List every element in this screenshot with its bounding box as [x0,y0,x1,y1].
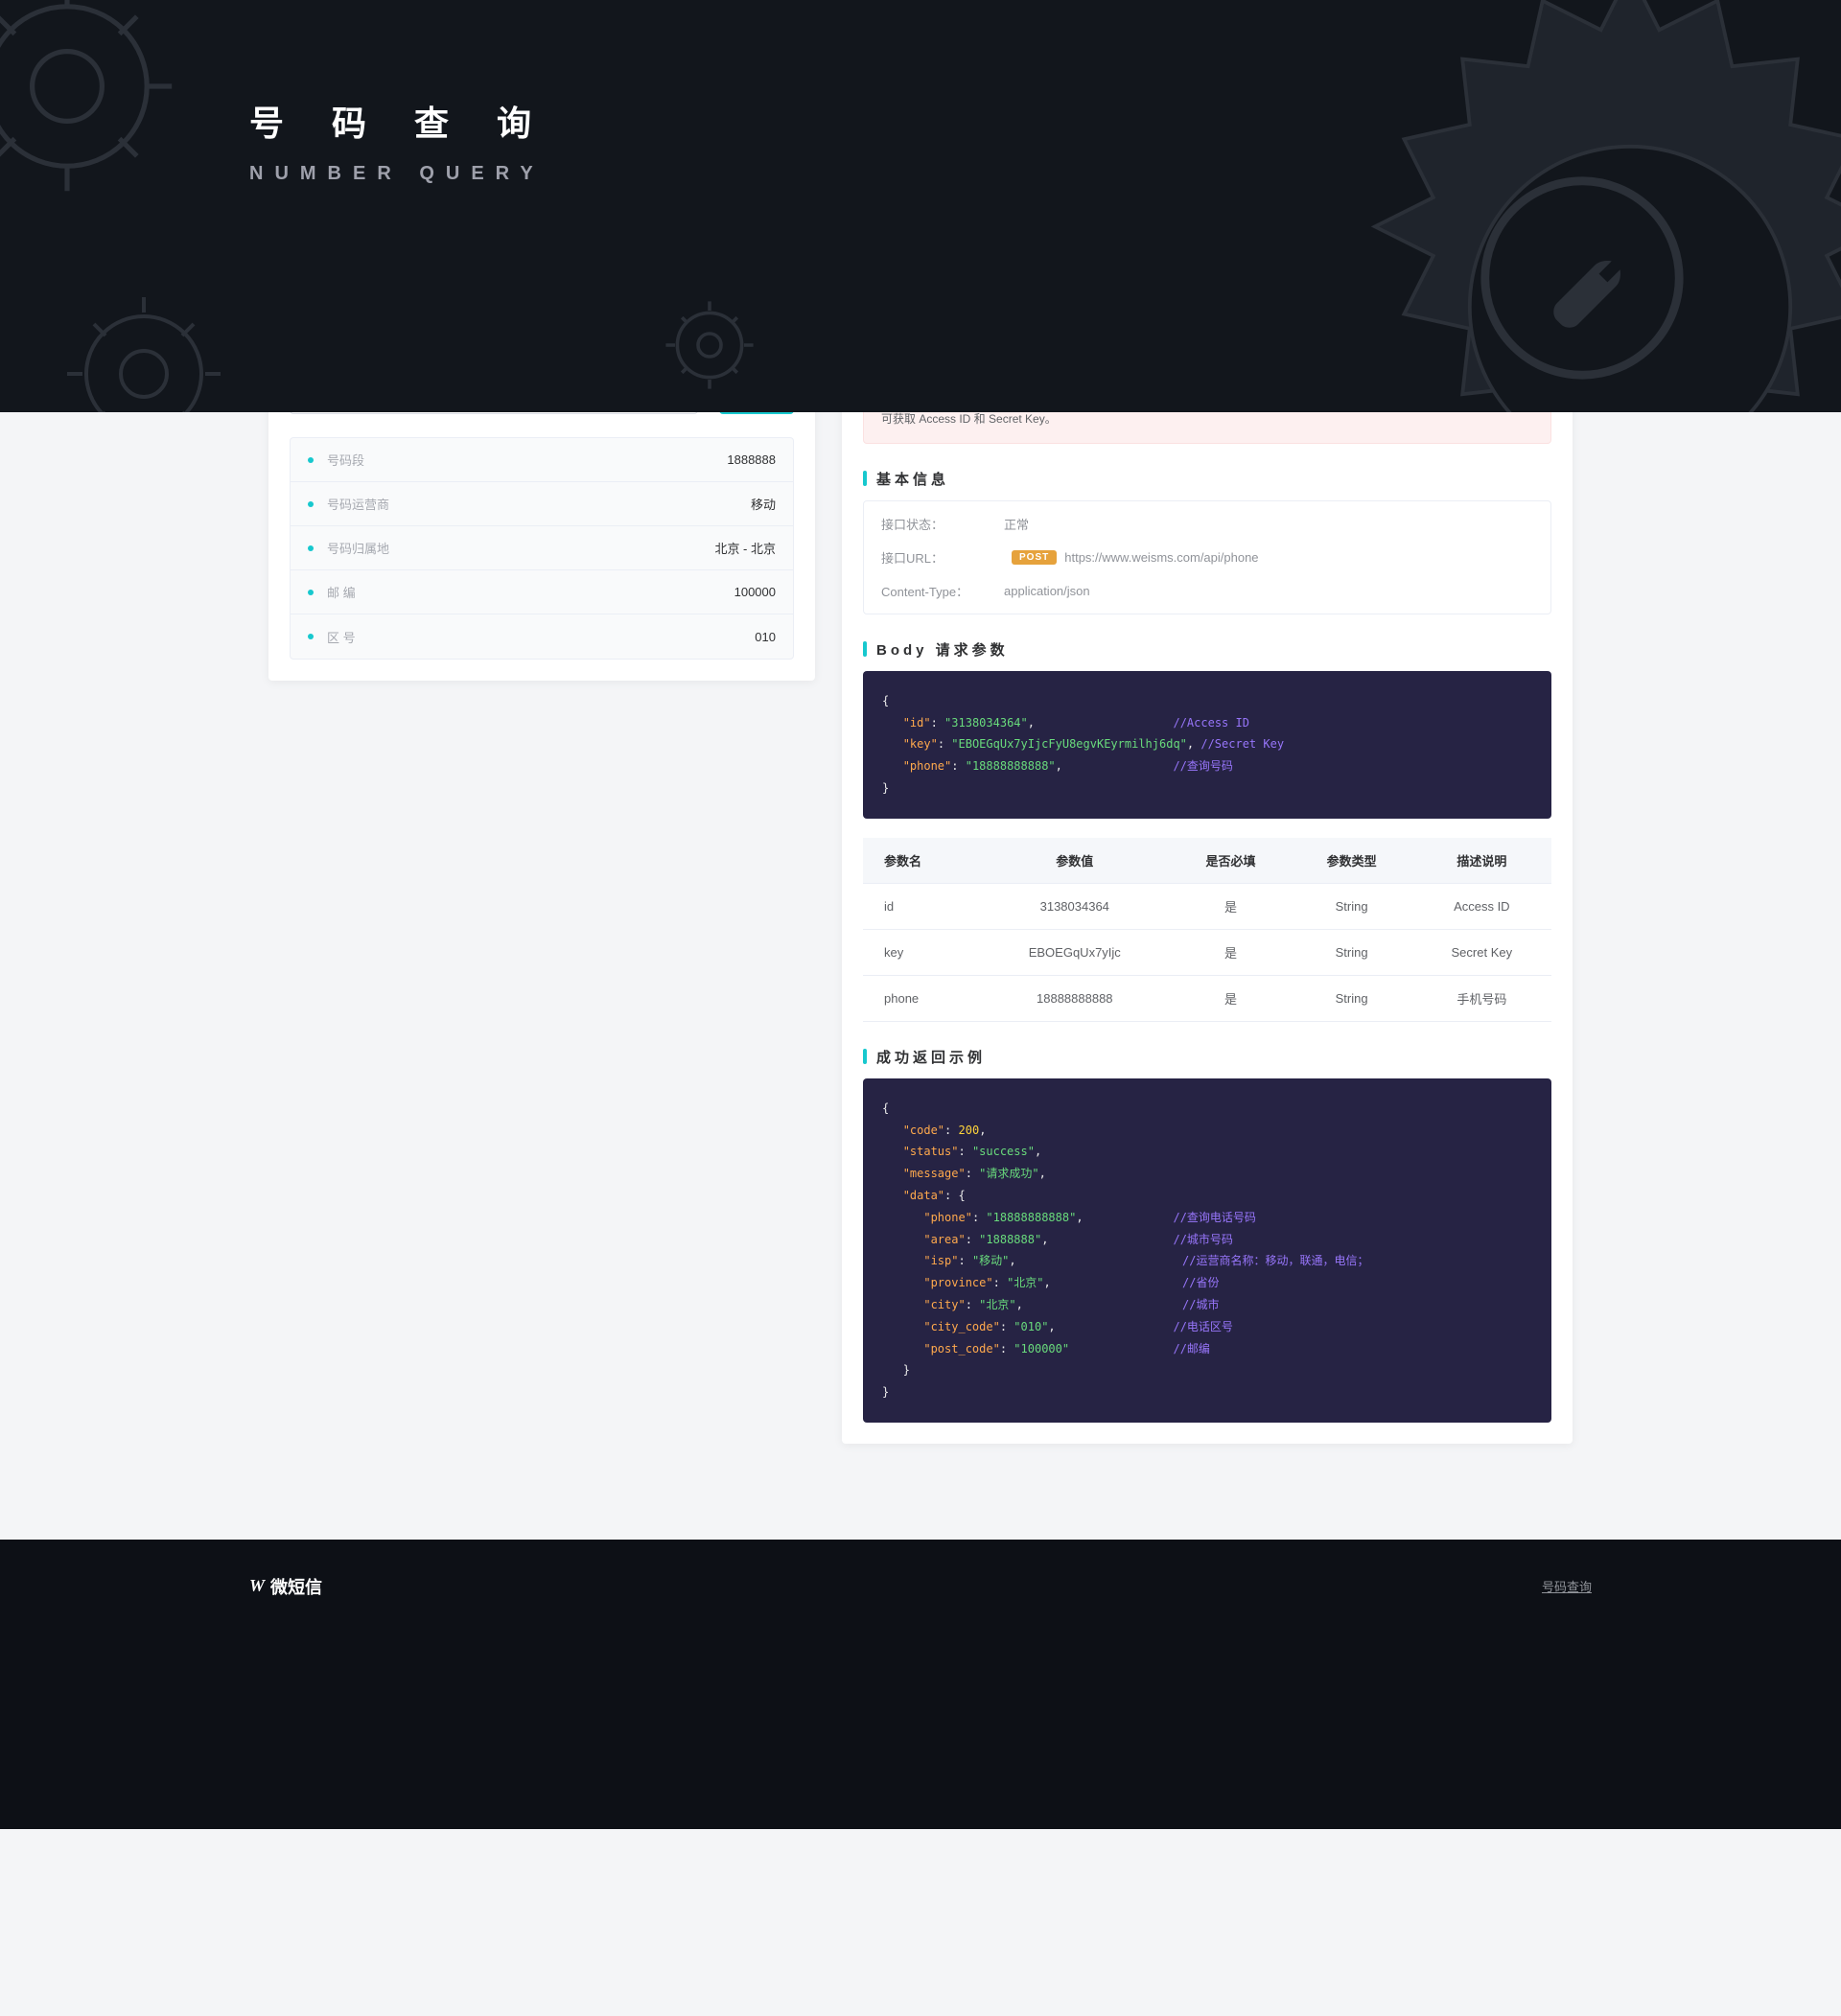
page-subtitle: NUMBER QUERY [249,163,550,185]
gear-icon [0,0,192,211]
section-basic-title: 基本信息 [863,469,1551,489]
basic-info: 接口状态：正常 接口URL：POSThttps://www.weisms.com… [863,500,1551,614]
api-doc-card: "ID" 和 "KEY" 获取方式：先注册平台账户点我注册 → 登录会员中心 →… [842,355,1573,1444]
body-code-block: { "id": "3138034364", //Access ID "key":… [863,671,1551,819]
param-table: 参数名参数值是否必填参数类型描述说明 id3138034364是StringAc… [863,838,1551,1022]
footer-link[interactable]: 号码查询 [1542,1577,1592,1595]
result-list: 号码段1888888号码运营商移动号码归属地北京 - 北京邮 编100000区 … [290,437,794,660]
section-body-title: Body 请求参数 [863,639,1551,660]
result-row: 号码段1888888 [291,438,793,482]
method-badge: POST [1012,550,1057,565]
hero-banner: 号 码 查 询 NUMBER QUERY [0,0,1841,412]
result-row: 邮 编100000 [291,570,793,614]
page-title: 号 码 查 询 [249,96,550,146]
wrench-circle-icon [1477,173,1688,383]
gear-icon [48,278,240,412]
result-row: 区 号010 [291,614,793,659]
footer: W微短信 号码查询 [0,1540,1841,1829]
section-success-title: 成功返回示例 [863,1047,1551,1067]
table-row: phone18888888888是String手机号码 [863,975,1551,1021]
result-row: 号码运营商移动 [291,482,793,526]
footer-logo: W微短信 [249,1574,322,1599]
success-code-block: { "code": 200, "status": "success", "mes… [863,1078,1551,1423]
gear-icon [652,288,767,403]
table-row: keyEBOEGqUx7yIjc是StringSecret Key [863,929,1551,975]
result-row: 号码归属地北京 - 北京 [291,526,793,570]
table-row: id3138034364是StringAccess ID [863,883,1551,929]
